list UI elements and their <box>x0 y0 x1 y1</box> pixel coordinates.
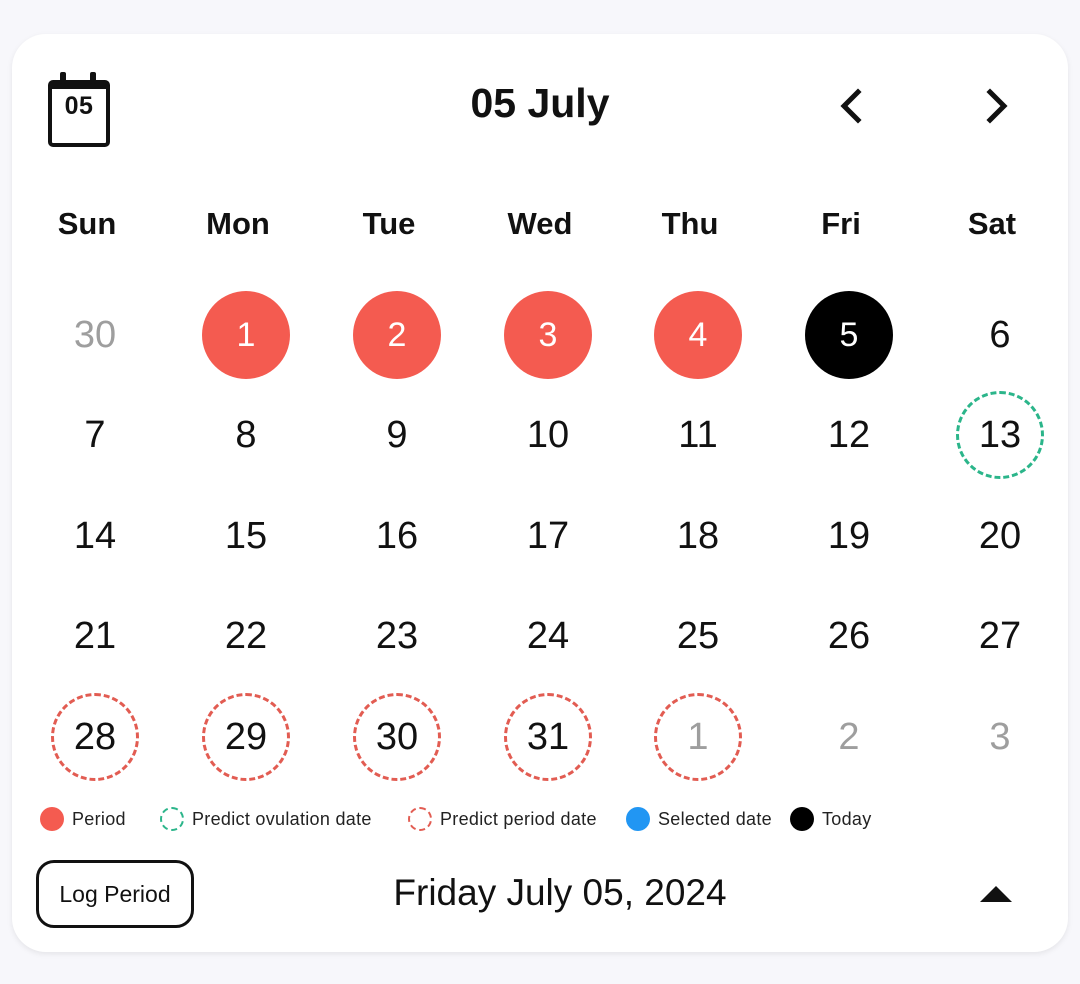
weekday-header-row: Sun Mon Tue Wed Thu Fri Sat <box>12 206 1068 246</box>
weekday-mon: Mon <box>206 206 270 241</box>
day-cell[interactable]: 9 <box>353 391 441 479</box>
day-cell[interactable]: 1 <box>654 693 742 781</box>
weekday-tue: Tue <box>362 206 416 241</box>
day-cell[interactable]: 8 <box>202 391 290 479</box>
day-cell[interactable]: 7 <box>51 391 139 479</box>
day-cell[interactable]: 27 <box>956 592 1044 680</box>
legend: Period Predict ovulation date Predict peri… <box>40 804 1040 834</box>
day-cell[interactable]: 18 <box>654 492 742 580</box>
legend-swatch-icon <box>626 807 650 831</box>
legend-label: Selected date <box>658 808 772 829</box>
day-cell[interactable]: 1 <box>202 291 290 379</box>
legend-label: Today <box>822 808 872 829</box>
day-cell[interactable]: 24 <box>504 592 592 680</box>
day-cell[interactable]: 16 <box>353 492 441 580</box>
legend-today: Today <box>790 804 872 834</box>
legend-swatch-icon <box>160 807 184 831</box>
day-cell[interactable]: 3 <box>956 693 1044 781</box>
day-cell[interactable]: 19 <box>805 492 893 580</box>
chevron-left-icon <box>840 88 862 124</box>
selected-date-text: Friday July 05, 2024 <box>393 872 727 913</box>
day-cell[interactable]: 10 <box>504 391 592 479</box>
day-cell[interactable]: 5 <box>805 291 893 379</box>
triangle-up-icon <box>980 886 1012 902</box>
day-cell[interactable]: 21 <box>51 592 139 680</box>
day-cell[interactable]: 30 <box>353 693 441 781</box>
day-cell[interactable]: 3 <box>504 291 592 379</box>
day-cell[interactable]: 29 <box>202 693 290 781</box>
legend-selected-date: Selected date <box>626 804 772 834</box>
day-cell[interactable]: 15 <box>202 492 290 580</box>
legend-label: Predict ovulation date <box>192 808 372 829</box>
day-cell[interactable]: 20 <box>956 492 1044 580</box>
day-cell[interactable]: 2 <box>805 693 893 781</box>
previous-month-button[interactable] <box>828 82 876 130</box>
log-period-button[interactable]: Log Period <box>36 860 194 928</box>
day-cell[interactable]: 11 <box>654 391 742 479</box>
legend-label: Period <box>72 808 126 829</box>
calendar-header: 05 05 July <box>12 34 1068 174</box>
calendar-card: 05 05 July Sun Mon Tue Wed Thu Fri Sat 3… <box>12 34 1068 952</box>
day-cell[interactable]: 12 <box>805 391 893 479</box>
legend-swatch-icon <box>790 807 814 831</box>
day-cell[interactable]: 31 <box>504 693 592 781</box>
legend-label: Predict period date <box>440 808 597 829</box>
month-title: 05 July <box>470 80 610 126</box>
weekday-fri: Fri <box>821 206 861 241</box>
day-cell[interactable]: 14 <box>51 492 139 580</box>
weekday-sun: Sun <box>57 206 117 241</box>
weekday-thu: Thu <box>661 206 719 241</box>
day-cell[interactable]: 4 <box>654 291 742 379</box>
legend-swatch-icon <box>408 807 432 831</box>
calendar-icon[interactable]: 05 <box>48 72 110 147</box>
day-cell[interactable]: 22 <box>202 592 290 680</box>
day-cell[interactable]: 26 <box>805 592 893 680</box>
legend-period: Period <box>40 804 126 834</box>
legend-swatch-icon <box>40 807 64 831</box>
day-cell[interactable]: 17 <box>504 492 592 580</box>
day-cell[interactable]: 6 <box>956 291 1044 379</box>
weekday-sat: Sat <box>967 206 1017 241</box>
legend-predict-ovulation: Predict ovulation date <box>160 804 372 834</box>
legend-predict-period: Predict period date <box>408 804 597 834</box>
calendar-icon-day: 05 <box>64 92 94 120</box>
next-month-button[interactable] <box>972 82 1020 130</box>
day-cell[interactable]: 25 <box>654 592 742 680</box>
chevron-right-icon <box>986 88 1008 124</box>
collapse-calendar-button[interactable] <box>974 874 1018 914</box>
day-cell[interactable]: 28 <box>51 693 139 781</box>
day-cell[interactable]: 13 <box>956 391 1044 479</box>
day-cell[interactable]: 2 <box>353 291 441 379</box>
day-cell[interactable]: 30 <box>51 291 139 379</box>
day-cell[interactable]: 23 <box>353 592 441 680</box>
weekday-wed: Wed <box>507 206 573 241</box>
